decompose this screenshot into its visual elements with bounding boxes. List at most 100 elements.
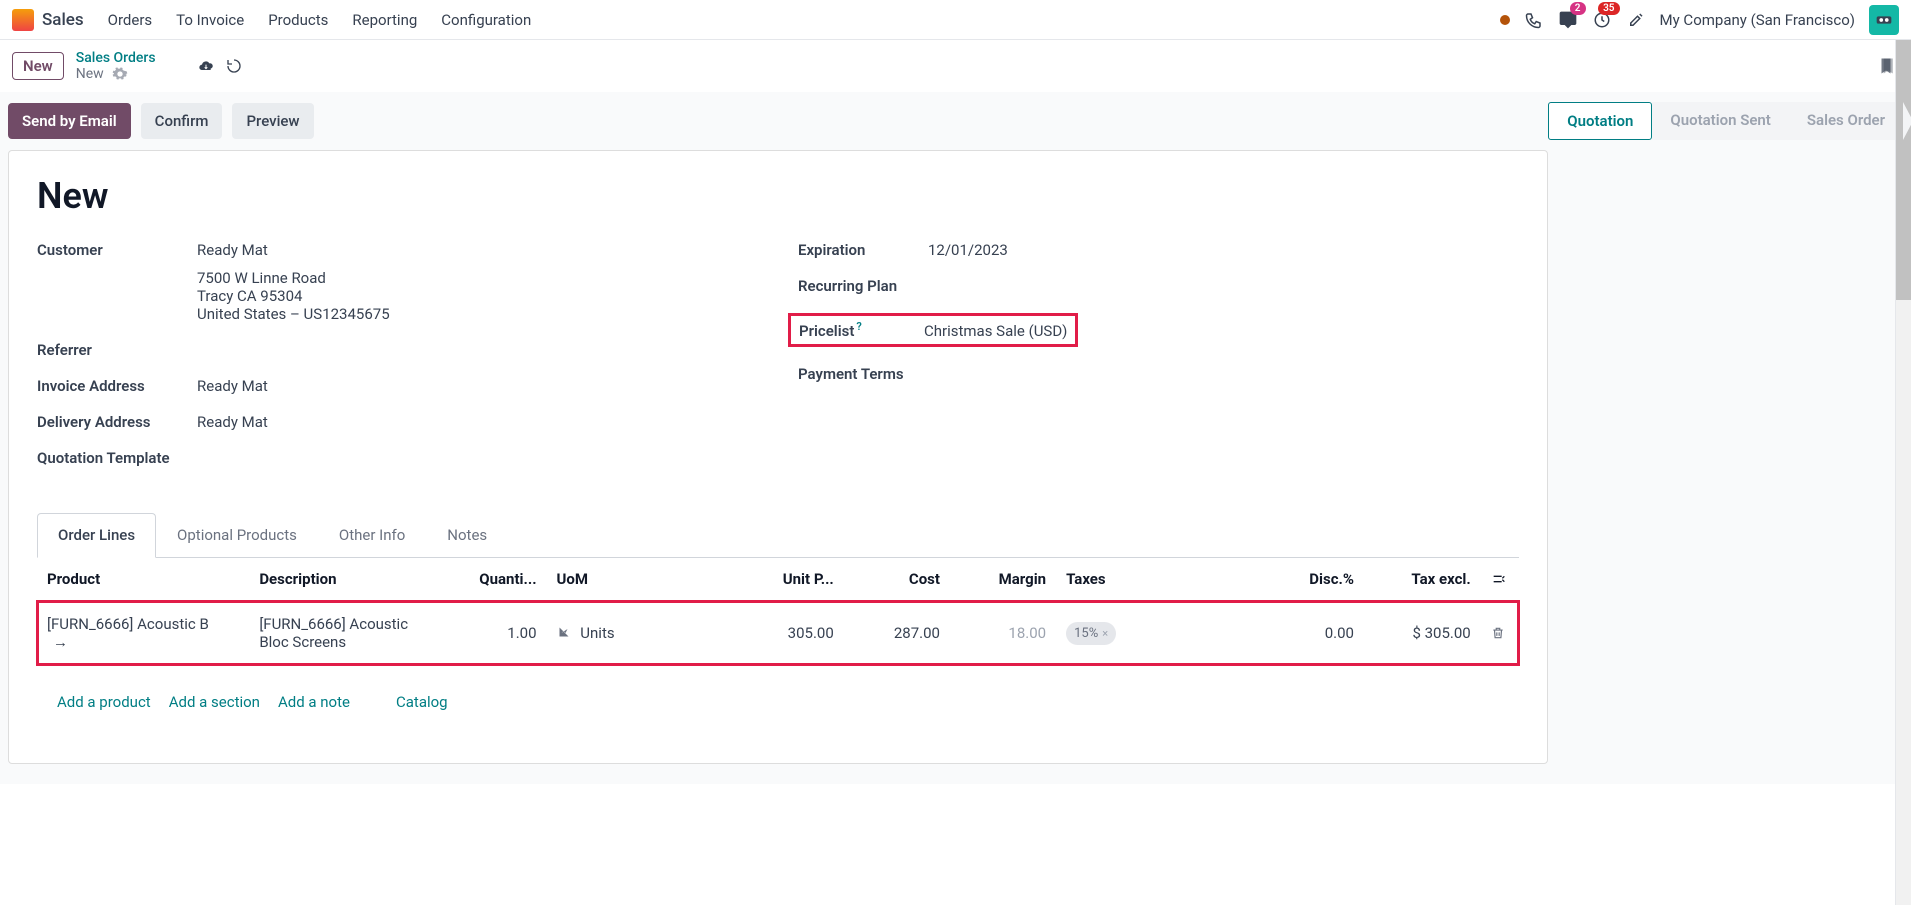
customer-name: Ready Mat xyxy=(197,241,390,259)
form-columns: Customer Ready Mat 7500 W Linne Road Tra… xyxy=(37,241,1519,485)
undo-icon[interactable] xyxy=(226,58,242,74)
status-bar: Quotation Quotation Sent Sales Order xyxy=(1548,102,1903,140)
delivery-address-value[interactable]: Ready Mat xyxy=(197,413,268,431)
scrollbar-thumb[interactable] xyxy=(1896,40,1911,300)
app-name: Sales xyxy=(42,10,84,30)
col-unit-price[interactable]: Unit P... xyxy=(653,558,844,601)
expiration-value[interactable]: 12/01/2023 xyxy=(928,241,1008,259)
menu-reporting[interactable]: Reporting xyxy=(352,11,417,29)
preview-button[interactable]: Preview xyxy=(232,103,313,139)
col-settings-icon[interactable] xyxy=(1481,558,1519,601)
chart-icon xyxy=(557,624,575,642)
cell-quantity[interactable]: 1.00 xyxy=(451,601,547,666)
cell-description[interactable]: [FURN_6666] Acoustic Bloc Screens xyxy=(249,601,451,666)
confirm-button[interactable]: Confirm xyxy=(141,103,223,139)
add-note-link[interactable]: Add a note xyxy=(278,693,350,711)
cloud-save-icon[interactable] xyxy=(198,58,214,74)
control-bar: New Sales Orders New xyxy=(0,40,1911,92)
order-lines-table: Product Description Quanti... UoM Unit P… xyxy=(37,558,1519,739)
send-by-email-button[interactable]: Send by Email xyxy=(8,103,131,139)
avatar[interactable] xyxy=(1869,5,1899,35)
add-product-link[interactable]: Add a product xyxy=(57,693,151,711)
customer-addr3: United States – US12345675 xyxy=(197,305,390,323)
activities-count: 35 xyxy=(1598,2,1619,15)
cell-taxes[interactable]: 15% × xyxy=(1056,601,1183,666)
cell-unit-price[interactable]: 305.00 xyxy=(653,601,844,666)
top-menu: Orders To Invoice Products Reporting Con… xyxy=(108,11,532,29)
pricelist-highlight: Pricelist? Christmas Sale (USD) xyxy=(788,313,1078,347)
app-icon xyxy=(12,9,34,31)
menu-orders[interactable]: Orders xyxy=(108,11,153,29)
expiration-label: Expiration xyxy=(798,241,928,259)
table-header-row: Product Description Quanti... UoM Unit P… xyxy=(37,558,1519,601)
messages-count: 2 xyxy=(1570,2,1586,15)
tabs: Order Lines Optional Products Other Info… xyxy=(37,513,1519,558)
catalog-link[interactable]: Catalog xyxy=(396,693,448,711)
referrer-label: Referrer xyxy=(37,341,197,359)
messages-icon[interactable]: 2 xyxy=(1558,10,1578,30)
delivery-address-label: Delivery Address xyxy=(37,413,197,431)
pricelist-label: Pricelist? xyxy=(799,320,924,340)
page-title: New xyxy=(37,175,1519,217)
table-row[interactable]: [FURN_6666] Acoustic B → [FURN_6666] Aco… xyxy=(37,601,1519,666)
status-quotation-sent[interactable]: Quotation Sent xyxy=(1652,102,1788,140)
scrollbar[interactable] xyxy=(1895,40,1911,905)
form-right-column: Expiration 12/01/2023 Recurring Plan Pri… xyxy=(798,241,1519,485)
invoice-address-label: Invoice Address xyxy=(37,377,197,395)
col-taxes[interactable]: Taxes xyxy=(1056,558,1183,601)
col-product[interactable]: Product xyxy=(37,558,249,601)
action-bar: Send by Email Confirm Preview Quotation … xyxy=(8,98,1903,150)
pricelist-value[interactable]: Christmas Sale (USD) xyxy=(924,322,1067,340)
col-description[interactable]: Description xyxy=(249,558,451,601)
status-dot-icon xyxy=(1500,15,1510,25)
customer-label: Customer xyxy=(37,241,197,259)
menu-products[interactable]: Products xyxy=(268,11,328,29)
breadcrumb-current: New xyxy=(76,66,104,82)
status-sales-order[interactable]: Sales Order xyxy=(1789,102,1903,140)
breadcrumb-parent[interactable]: Sales Orders xyxy=(76,50,156,66)
col-uom[interactable]: UoM xyxy=(547,558,653,601)
tab-notes[interactable]: Notes xyxy=(426,513,508,557)
status-quotation[interactable]: Quotation xyxy=(1548,102,1652,140)
tab-optional-products[interactable]: Optional Products xyxy=(156,513,318,557)
trash-icon[interactable] xyxy=(1491,626,1509,640)
table-action-row: Add a product Add a section Add a note C… xyxy=(37,665,1519,739)
top-navigation: Sales Orders To Invoice Products Reporti… xyxy=(0,0,1911,40)
tax-tag[interactable]: 15% × xyxy=(1066,622,1116,645)
tab-order-lines[interactable]: Order Lines xyxy=(37,513,156,558)
menu-to-invoice[interactable]: To Invoice xyxy=(176,11,244,29)
cell-cost[interactable]: 287.00 xyxy=(844,601,950,666)
main-wrap: Send by Email Confirm Preview Quotation … xyxy=(0,92,1911,784)
tab-other-info[interactable]: Other Info xyxy=(318,513,426,557)
customer-addr1: 7500 W Linne Road xyxy=(197,269,390,287)
remove-tax-icon[interactable]: × xyxy=(1102,627,1108,640)
table-action-links: Add a product Add a section Add a note C… xyxy=(47,679,1509,725)
col-tax-excl[interactable]: Tax excl. xyxy=(1364,558,1481,601)
tools-icon[interactable] xyxy=(1626,10,1646,30)
col-margin[interactable]: Margin xyxy=(950,558,1056,601)
add-section-link[interactable]: Add a section xyxy=(169,693,260,711)
col-quantity[interactable]: Quanti... xyxy=(451,558,547,601)
menu-configuration[interactable]: Configuration xyxy=(441,11,531,29)
breadcrumb: Sales Orders New xyxy=(76,50,156,82)
cell-uom[interactable]: Units xyxy=(547,601,653,666)
cell-discount[interactable]: 0.00 xyxy=(1183,601,1363,666)
quotation-template-label: Quotation Template xyxy=(37,449,197,467)
company-selector[interactable]: My Company (San Francisco) xyxy=(1660,11,1855,29)
activities-icon[interactable]: 35 xyxy=(1592,10,1612,30)
form-sheet: New Customer Ready Mat 7500 W Linne Road… xyxy=(8,150,1548,764)
col-cost[interactable]: Cost xyxy=(844,558,950,601)
phone-icon[interactable] xyxy=(1524,10,1544,30)
col-discount[interactable]: Disc.% xyxy=(1183,558,1363,601)
cell-tax-excl: $ 305.00 xyxy=(1364,601,1481,666)
cell-product[interactable]: [FURN_6666] Acoustic B → xyxy=(37,601,249,666)
cell-delete[interactable] xyxy=(1481,601,1519,666)
customer-value[interactable]: Ready Mat 7500 W Linne Road Tracy CA 953… xyxy=(197,241,390,323)
new-button[interactable]: New xyxy=(12,52,64,80)
topnav-right: 2 35 My Company (San Francisco) xyxy=(1500,5,1899,35)
invoice-address-value[interactable]: Ready Mat xyxy=(197,377,268,395)
arrow-right-icon[interactable]: → xyxy=(53,633,68,651)
form-left-column: Customer Ready Mat 7500 W Linne Road Tra… xyxy=(37,241,758,485)
help-icon[interactable]: ? xyxy=(856,320,861,333)
gear-icon[interactable] xyxy=(112,66,128,82)
